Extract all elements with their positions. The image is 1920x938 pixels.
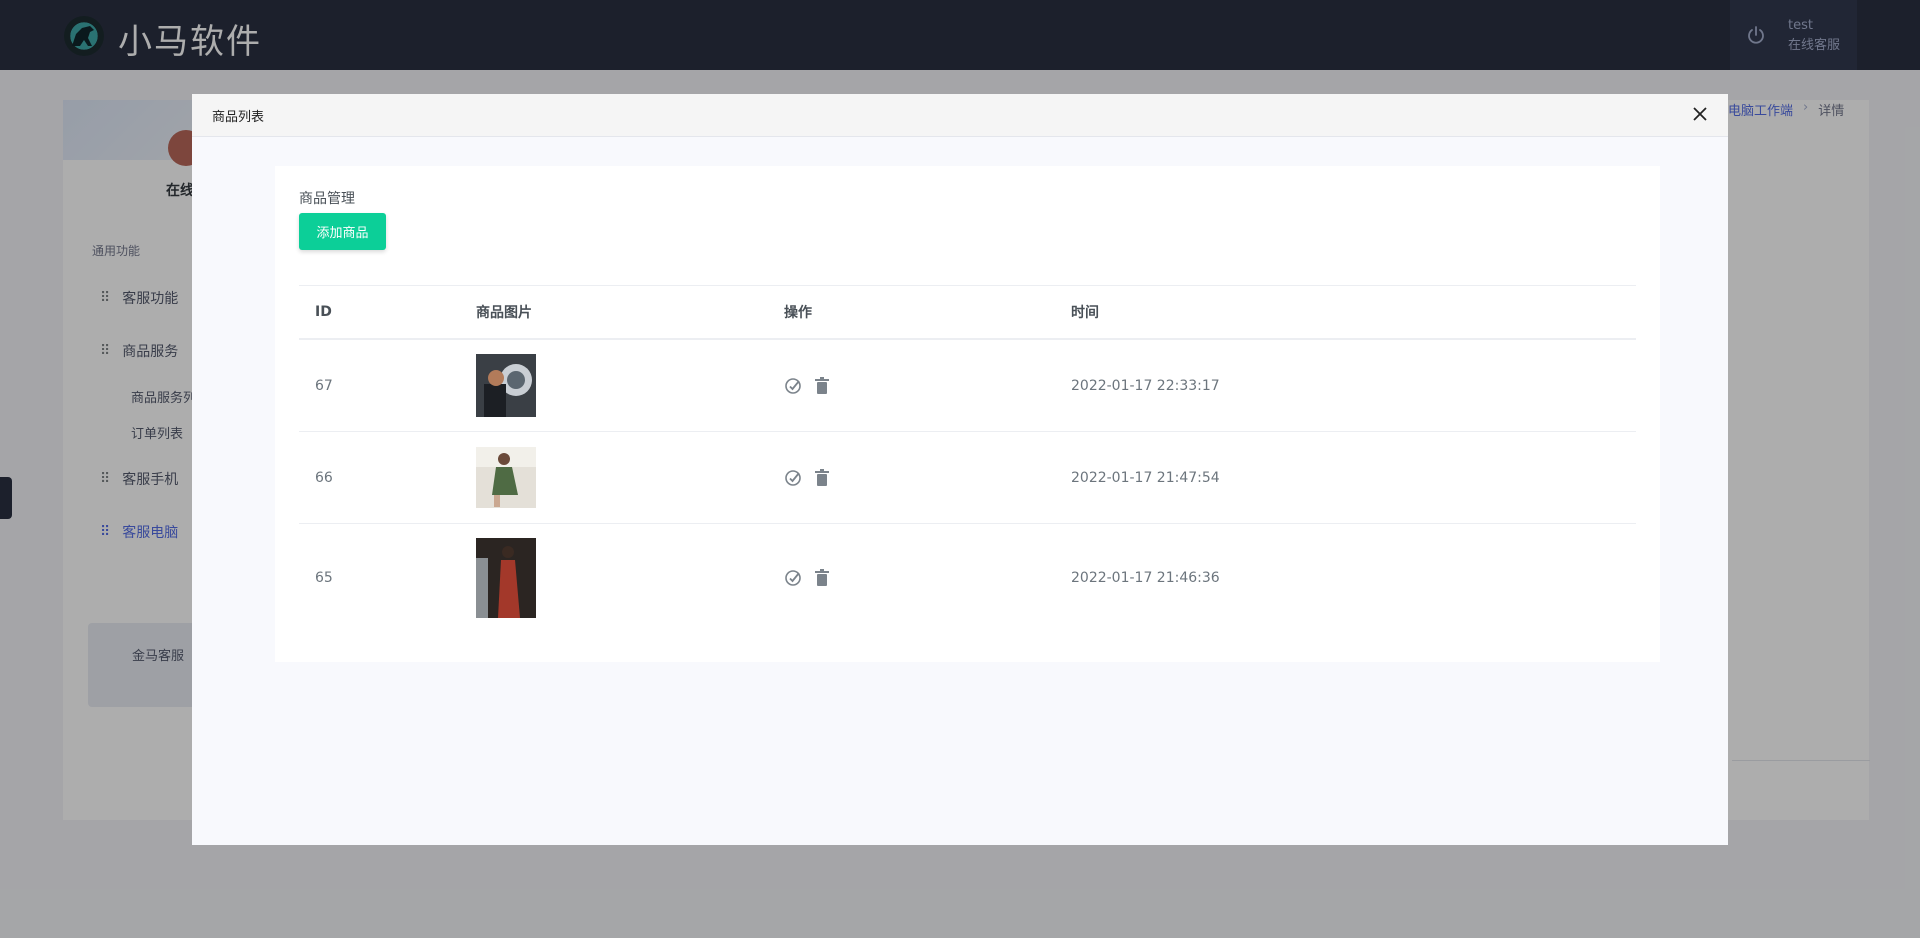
trash-icon[interactable] xyxy=(814,569,830,587)
table-row: 67 2022-01-17 22:33:17 xyxy=(299,339,1636,432)
edit-icon[interactable] xyxy=(784,569,802,587)
row-time: 2022-01-17 21:47:54 xyxy=(1055,431,1636,524)
product-65-image[interactable] xyxy=(476,538,536,618)
row-actions xyxy=(768,431,1055,524)
product-image-cell xyxy=(460,431,768,524)
row-time: 2022-01-17 21:46:36 xyxy=(1071,570,1220,586)
trash-icon[interactable] xyxy=(814,468,830,487)
product-image-cell xyxy=(460,339,768,432)
product-66-image[interactable] xyxy=(476,447,536,508)
table-row: 65 2022-01-17 21:46:36 xyxy=(299,524,1636,633)
column-header-time: 时间 xyxy=(1055,285,1636,340)
card-title: 商品管理 xyxy=(299,191,355,207)
product-management-card: 商品管理 添加商品 ID 商品图片 操作 时间 67 2022-01-17 22… xyxy=(275,166,1660,662)
column-header-actions: 操作 xyxy=(768,285,1055,340)
row-id: 65 xyxy=(315,570,333,586)
edit-icon[interactable] xyxy=(784,469,802,487)
row-actions xyxy=(768,339,1055,432)
table-header-row: ID 商品图片 操作 时间 xyxy=(299,285,1636,340)
trash-icon[interactable] xyxy=(814,376,830,395)
edit-icon[interactable] xyxy=(784,377,802,395)
close-icon[interactable] xyxy=(1688,102,1712,126)
row-actions xyxy=(768,524,1055,633)
table-row: 66 2022-01-17 21:47:54 xyxy=(299,431,1636,524)
modal-title: 商品列表 xyxy=(212,110,265,125)
column-header-id: ID xyxy=(299,285,460,340)
product-table: ID 商品图片 操作 时间 67 2022-01-17 22:33:17 66 … xyxy=(299,285,1636,632)
modal-header: 商品列表 xyxy=(192,94,1728,137)
row-id: 67 xyxy=(299,339,460,432)
row-time: 2022-01-17 22:33:17 xyxy=(1055,339,1636,432)
product-list-modal: 商品列表 商品管理 添加商品 ID 商品图片 操作 时间 67 2022-01-… xyxy=(192,94,1728,845)
product-image-cell xyxy=(460,524,768,633)
product-67-image[interactable] xyxy=(476,354,536,417)
column-header-image: 商品图片 xyxy=(460,285,768,340)
add-product-button[interactable]: 添加商品 xyxy=(299,213,386,250)
row-id: 66 xyxy=(299,431,460,524)
